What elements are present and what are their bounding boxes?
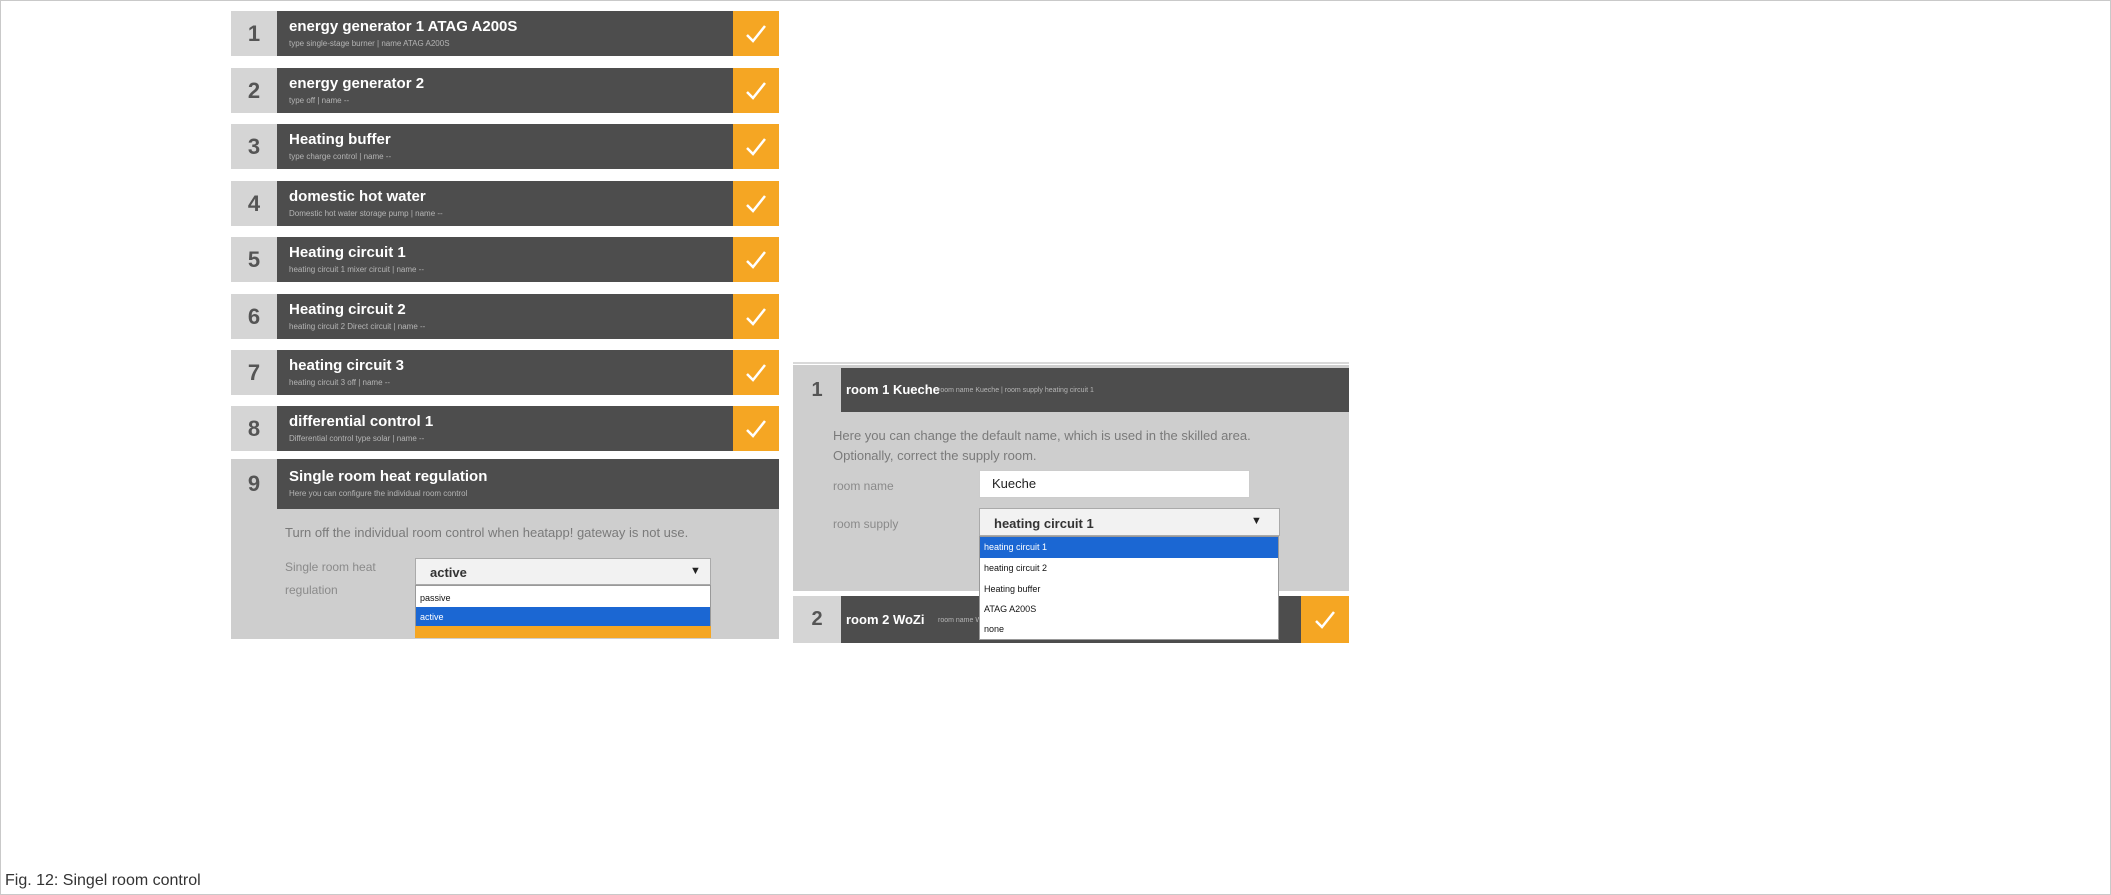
check-icon xyxy=(733,181,779,226)
chevron-down-icon: ▼ xyxy=(690,565,701,577)
step-header[interactable]: Heating circuit 2 heating circuit 2 Dire… xyxy=(277,294,733,339)
step-number: 8 xyxy=(231,406,277,451)
step-title: Heating circuit 2 xyxy=(289,301,406,318)
hint-line: Optionally, correct the supply room. xyxy=(833,448,1037,463)
step-subtitle: Differential control type solar | name -… xyxy=(289,434,425,443)
wizard-step[interactable]: 1 energy generator 1 ATAG A200S type sin… xyxy=(231,11,779,56)
wizard-step[interactable]: 5 Heating circuit 1 heating circuit 1 mi… xyxy=(231,237,779,282)
option-active[interactable]: active xyxy=(416,607,710,627)
step-title: Heating buffer xyxy=(289,131,391,148)
chevron-down-icon: ▼ xyxy=(1251,515,1262,527)
wizard-step[interactable]: 8 differential control 1 Differential co… xyxy=(231,406,779,451)
wizard-step[interactable]: 4 domestic hot water Domestic hot water … xyxy=(231,181,779,226)
check-icon xyxy=(733,406,779,451)
step-number: 3 xyxy=(231,124,277,169)
check-icon xyxy=(733,124,779,169)
step-subtitle: Domestic hot water storage pump | name -… xyxy=(289,209,443,218)
option-heating-circuit-1[interactable]: heating circuit 1 xyxy=(980,537,1278,558)
step-title: energy generator 2 xyxy=(289,75,425,92)
check-icon xyxy=(1301,596,1349,643)
step-number: 7 xyxy=(231,350,277,395)
step-title: differential control 1 xyxy=(289,413,434,430)
room-subtitle: room name Kueche | room supply heating c… xyxy=(938,387,1094,394)
step-number: 2 xyxy=(231,68,277,113)
room-supply-select[interactable]: heating circuit 1 ▼ xyxy=(979,508,1280,536)
option-heating-circuit-2[interactable]: heating circuit 2 xyxy=(980,558,1278,579)
divider xyxy=(793,362,1349,364)
step-header[interactable]: Heating circuit 1 heating circuit 1 mixe… xyxy=(277,237,733,282)
select-value: heating circuit 1 xyxy=(994,516,1094,531)
hint-text: Turn off the individual room control whe… xyxy=(285,525,689,540)
ok-button[interactable] xyxy=(415,626,711,638)
room-title: room 2 WoZi xyxy=(846,612,925,627)
step-subtitle: Here you can configure the individual ro… xyxy=(289,489,468,498)
figure-caption: Fig. 12: Singel room control xyxy=(5,872,201,889)
field-label-line: Single room heat xyxy=(285,560,376,574)
wizard-step[interactable]: 7 heating circuit 3 heating circuit 3 of… xyxy=(231,350,779,395)
step-header[interactable]: Heating buffer type charge control | nam… xyxy=(277,124,733,169)
wizard-step[interactable]: 3 Heating buffer type charge control | n… xyxy=(231,124,779,169)
step-title: domestic hot water xyxy=(289,188,426,205)
select-value: active xyxy=(430,565,467,580)
step-title: energy generator 1 ATAG A200S xyxy=(289,18,518,35)
wizard-step[interactable]: 2 energy generator 2 type off | name -- xyxy=(231,68,779,113)
step-header[interactable]: heating circuit 3 heating circuit 3 off … xyxy=(277,350,733,395)
step-title: heating circuit 3 xyxy=(289,357,405,374)
check-icon xyxy=(733,68,779,113)
field-label-line: regulation xyxy=(285,583,338,597)
room-supply-label: room supply xyxy=(833,517,899,531)
room-supply-options-overlay: ATAG A200S none xyxy=(979,596,1279,640)
step-number: 5 xyxy=(231,237,277,282)
step-header[interactable]: energy generator 1 ATAG A200S type singl… xyxy=(277,11,733,56)
step-subtitle: heating circuit 3 off | name -- xyxy=(289,378,391,387)
step-number: 1 xyxy=(231,11,277,56)
hint-line: Here you can change the default name, wh… xyxy=(833,428,1251,443)
step-title: Single room heat regulation xyxy=(289,468,488,485)
step-header[interactable]: energy generator 2 type off | name -- xyxy=(277,68,733,113)
room-title: room 1 Kueche xyxy=(846,382,940,397)
check-icon xyxy=(733,350,779,395)
step-header[interactable]: domestic hot water Domestic hot water st… xyxy=(277,181,733,226)
check-icon xyxy=(733,11,779,56)
field-label: Single room heat regulation xyxy=(285,556,405,602)
step-subtitle: type single-stage burner | name ATAG A20… xyxy=(289,39,450,48)
step-subtitle: heating circuit 2 Direct circuit | name … xyxy=(289,322,426,331)
option-passive[interactable]: passive xyxy=(416,589,710,607)
check-icon xyxy=(733,237,779,282)
regulation-options: passive active xyxy=(415,585,711,628)
step-subtitle: type off | name -- xyxy=(289,96,350,105)
room-name-label: room name xyxy=(833,479,894,493)
room-number: 2 xyxy=(793,596,841,643)
hint-text: Here you can change the default name, wh… xyxy=(833,426,1273,466)
step-number: 6 xyxy=(231,294,277,339)
regulation-select[interactable]: active ▼ xyxy=(415,558,711,585)
option-atag-a200s[interactable]: ATAG A200S xyxy=(980,599,1278,619)
check-icon xyxy=(733,294,779,339)
step-subtitle: heating circuit 1 mixer circuit | name -… xyxy=(289,265,425,274)
step-title: Heating circuit 1 xyxy=(289,244,406,261)
step-number: 9 xyxy=(247,471,261,496)
step-header[interactable]: differential control 1 Differential cont… xyxy=(277,406,733,451)
step-subtitle: type charge control | name -- xyxy=(289,152,392,161)
room-name-input[interactable]: Kueche xyxy=(979,470,1250,498)
step-number: 4 xyxy=(231,181,277,226)
option-none[interactable]: none xyxy=(980,619,1278,639)
wizard-step[interactable]: 6 Heating circuit 2 heating circuit 2 Di… xyxy=(231,294,779,339)
room-number: 1 xyxy=(811,378,823,401)
